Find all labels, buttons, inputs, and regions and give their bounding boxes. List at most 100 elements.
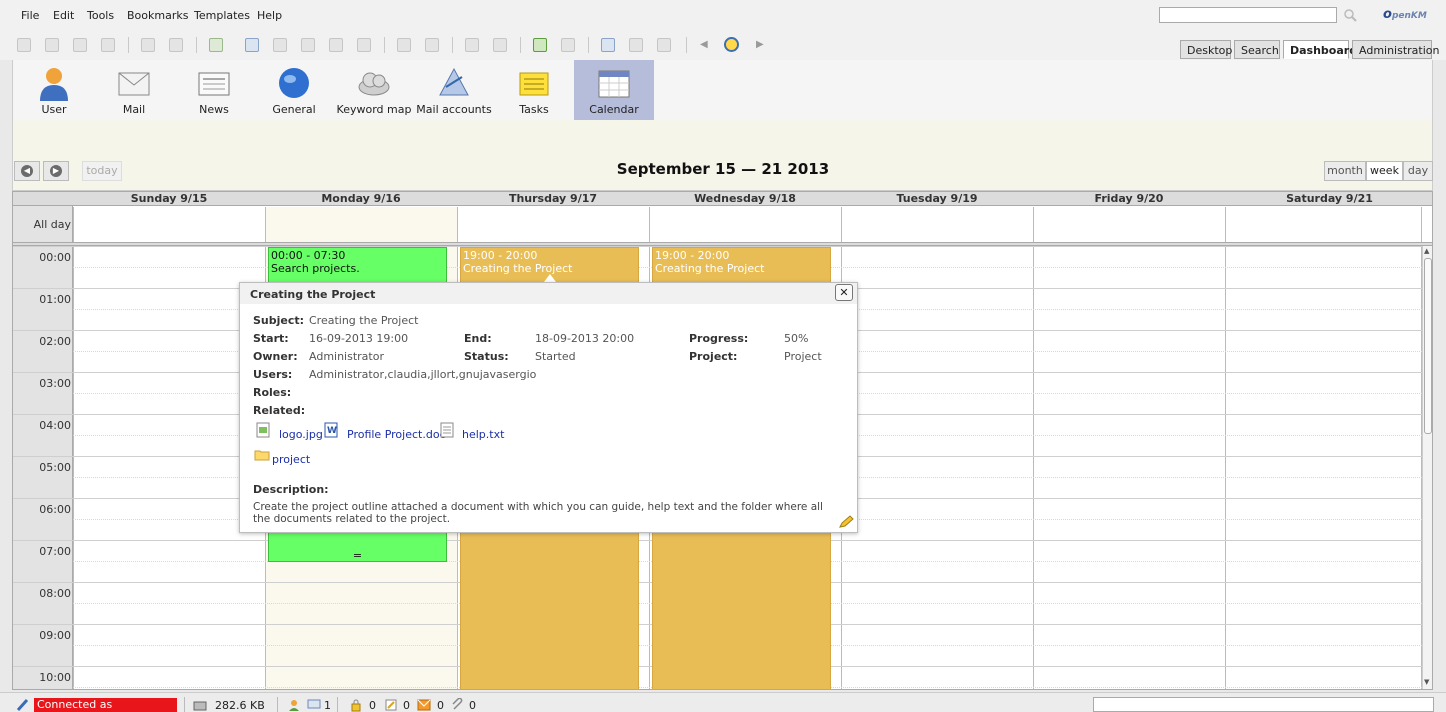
refresh-icon[interactable] — [533, 38, 547, 52]
menu-bar: File Edit Tools Bookmarks Templates Help… — [0, 0, 1446, 30]
menu-tools[interactable]: Tools — [87, 9, 114, 22]
menu-edit[interactable]: Edit — [53, 9, 74, 22]
event-time: 00:00 - 07:30 — [271, 249, 346, 262]
dashboard-label-user: User — [41, 103, 67, 116]
clock-icon[interactable] — [724, 37, 739, 52]
close-button[interactable]: ✕ — [835, 284, 853, 301]
scroll-up-icon[interactable]: ▲ — [1424, 247, 1429, 255]
add-folder-icon[interactable] — [209, 38, 223, 52]
project-value: Project — [784, 350, 822, 363]
menu-file[interactable]: File — [21, 9, 39, 22]
attachment-count: 0 — [469, 699, 476, 712]
upload-icon[interactable] — [629, 38, 643, 52]
status-label: Status: — [464, 350, 509, 363]
quick-search-input[interactable] — [1159, 7, 1337, 23]
checkout-icon[interactable] — [397, 38, 411, 52]
view-month-button[interactable]: month — [1324, 161, 1366, 181]
menu-bookmarks[interactable]: Bookmarks — [127, 9, 188, 22]
connection-icon — [16, 698, 29, 712]
checkin-icon[interactable] — [425, 38, 439, 52]
scroll-thumb[interactable] — [1424, 258, 1432, 434]
scrollbar[interactable]: ▲ ▼ — [1422, 246, 1432, 689]
next-week-button[interactable]: ▶ — [43, 161, 69, 181]
tree-icon[interactable] — [17, 38, 31, 52]
mail-icon[interactable] — [465, 38, 479, 52]
print-icon[interactable] — [101, 38, 115, 52]
dashboard-label-keyword-map: Keyword map — [336, 103, 412, 116]
hour-label: 09:00 — [39, 629, 71, 642]
property-icon[interactable] — [301, 38, 315, 52]
download-icon[interactable] — [657, 38, 671, 52]
column-header: Thursday 9/17 — [457, 192, 649, 206]
hour-label: 08:00 — [39, 587, 71, 600]
status-divider — [337, 697, 338, 712]
hour-label: 10:00 — [39, 671, 71, 684]
tab-desktop[interactable]: Desktop — [1180, 40, 1232, 59]
mail-icon[interactable] — [417, 698, 431, 712]
dashboard-mail[interactable]: Mail — [94, 60, 174, 120]
add-note-icon[interactable] — [273, 38, 287, 52]
connection-status: Connected as Administrator — [34, 698, 177, 712]
dashboard-mail-accounts[interactable]: Mail accounts — [414, 60, 494, 120]
related-folder-link[interactable]: project — [272, 453, 310, 466]
document-edit-icon[interactable] — [73, 38, 87, 52]
menu-help[interactable]: Help — [257, 9, 282, 22]
tab-search[interactable]: Search — [1234, 40, 1280, 59]
toolbar-divider — [384, 37, 385, 53]
event-resize-handle[interactable]: = — [269, 549, 446, 561]
owner-label: Owner: — [253, 350, 298, 363]
dashboard-label-mail: Mail — [122, 103, 146, 116]
related-file-link[interactable]: logo.jpg — [279, 428, 323, 441]
related-file-link[interactable]: Profile Project.doc — [347, 428, 446, 441]
chevron-left-icon[interactable]: ◀ — [700, 39, 708, 50]
dashboard-news[interactable]: News — [174, 60, 254, 120]
dashboard-tasks[interactable]: Tasks — [494, 60, 574, 120]
edit-icon[interactable] — [384, 698, 398, 712]
lock-icon[interactable] — [141, 38, 155, 52]
start-label: Start: — [253, 332, 289, 345]
user-icon — [289, 700, 299, 711]
dashboard-calendar[interactable]: Calendar — [574, 60, 654, 120]
tab-dashboard[interactable]: Dashboard — [1283, 40, 1357, 59]
chat-count: 1 — [324, 699, 331, 712]
chevron-right-icon[interactable]: ▶ — [756, 39, 764, 50]
related-file-link[interactable]: help.txt — [462, 428, 504, 441]
search-icon[interactable] — [1343, 8, 1357, 22]
cloud-icon — [358, 72, 390, 96]
menu-templates[interactable]: Templates — [194, 9, 250, 22]
user-icon — [40, 68, 68, 101]
status-divider — [277, 697, 278, 712]
dashboard-general[interactable]: General — [254, 60, 334, 120]
unlock-icon[interactable] — [169, 38, 183, 52]
scroll-down-icon[interactable]: ▼ — [1424, 678, 1429, 686]
hour-label: 07:00 — [39, 545, 71, 558]
dashboard-label-mail-accounts: Mail accounts — [416, 103, 492, 116]
pencil-icon[interactable] — [838, 515, 854, 529]
status-divider — [184, 697, 185, 712]
project-label: Project: — [689, 350, 738, 363]
delete-icon[interactable] — [357, 38, 371, 52]
chat-icon[interactable] — [307, 698, 321, 712]
subject-value: Creating the Project — [309, 314, 419, 327]
view-week-button[interactable]: week — [1366, 161, 1403, 181]
dashboard-user[interactable]: User — [14, 60, 94, 120]
lock-icon[interactable] — [349, 698, 363, 712]
tasks-icon — [519, 72, 549, 96]
mail-send-icon[interactable] — [493, 38, 507, 52]
view-day-button[interactable]: day — [1403, 161, 1433, 181]
tab-administration[interactable]: Administration — [1352, 40, 1440, 59]
allday-label: All day — [33, 218, 71, 231]
home-icon[interactable] — [561, 38, 575, 52]
document-icon[interactable] — [45, 38, 59, 52]
category-icon[interactable] — [329, 38, 343, 52]
scanner-icon[interactable] — [601, 38, 615, 52]
popup-title: Creating the Project — [250, 288, 376, 301]
dashboard-keyword-map[interactable]: Keyword map — [334, 60, 414, 120]
description-text: Create the project outline attached a do… — [253, 501, 823, 525]
today-button[interactable]: today — [82, 161, 122, 181]
column-header-corner — [13, 192, 73, 206]
attachment-icon[interactable] — [451, 698, 465, 712]
add-document-icon[interactable] — [245, 38, 259, 52]
prev-week-button[interactable]: ◀ — [14, 161, 40, 181]
hour-label: 05:00 — [39, 461, 71, 474]
